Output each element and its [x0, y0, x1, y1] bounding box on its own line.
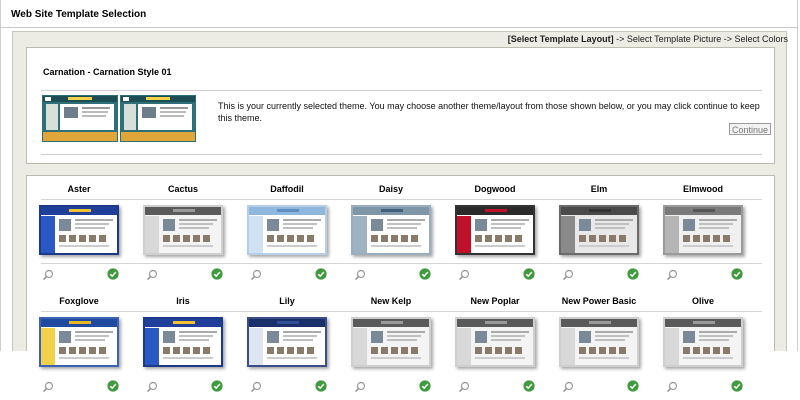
template-name: Foxglove [59, 296, 99, 306]
checkmark-icon[interactable] [107, 268, 119, 280]
template-name: New Kelp [370, 296, 412, 306]
template-card[interactable]: Cactus [131, 176, 235, 288]
divider [41, 311, 762, 312]
template-thumbnail[interactable] [39, 317, 119, 367]
remaining-steps-label: -> Select Template Picture -> Select Col… [613, 34, 788, 44]
divider [41, 90, 762, 91]
template-card[interactable]: Daffodil [235, 176, 339, 288]
template-name: Lily [279, 296, 295, 306]
magnifier-icon[interactable] [146, 269, 158, 281]
checkmark-icon[interactable] [627, 268, 639, 280]
magnifier-icon[interactable] [354, 381, 366, 393]
template-card[interactable]: New Kelp [339, 288, 443, 400]
template-row: Aster Cactus Daffodil Daisy Dogwood Elm Elmwoo… [27, 176, 774, 288]
template-thumbnail[interactable] [351, 317, 431, 367]
magnifier-icon[interactable] [250, 381, 262, 393]
template-thumbnail[interactable] [39, 205, 119, 255]
template-card[interactable]: Lily [235, 288, 339, 400]
template-gallery: Aster Cactus Daffodil Daisy Dogwood Elm Elmwoo… [26, 175, 775, 393]
magnifier-icon[interactable] [42, 381, 54, 393]
template-thumbnail[interactable] [559, 317, 639, 367]
template-card[interactable]: Iris [131, 288, 235, 400]
checkmark-icon[interactable] [523, 268, 535, 280]
template-card[interactable]: New Power Basic [547, 288, 651, 400]
checkmark-icon[interactable] [211, 380, 223, 392]
template-card[interactable]: Elmwood [651, 176, 755, 288]
template-card[interactable]: Foxglove [27, 288, 131, 400]
template-thumbnail[interactable] [663, 317, 743, 367]
selected-theme-thumbnail [42, 95, 196, 142]
magnifier-icon[interactable] [458, 381, 470, 393]
template-name: Cactus [167, 184, 198, 194]
template-name: New Poplar [470, 296, 520, 306]
checkmark-icon[interactable] [107, 380, 119, 392]
template-name: Elmwood [683, 184, 723, 194]
magnifier-icon[interactable] [458, 269, 470, 281]
template-name: Aster [67, 184, 91, 194]
template-card[interactable]: Olive [651, 288, 755, 400]
checkmark-icon[interactable] [523, 380, 535, 392]
template-thumbnail[interactable] [143, 317, 223, 367]
checkmark-icon[interactable] [211, 268, 223, 280]
checkmark-icon[interactable] [731, 268, 743, 280]
checkmark-icon[interactable] [731, 380, 743, 392]
selected-theme-name: Carnation - Carnation Style 01 [43, 67, 172, 77]
magnifier-icon[interactable] [666, 381, 678, 393]
checkmark-icon[interactable] [315, 380, 327, 392]
title-divider [0, 27, 798, 28]
checkmark-icon[interactable] [419, 268, 431, 280]
checkmark-icon[interactable] [627, 380, 639, 392]
template-name: Olive [691, 296, 714, 306]
template-thumbnail[interactable] [351, 205, 431, 255]
template-card[interactable]: Elm [547, 176, 651, 288]
current-step-label: [Select Template Layout] [507, 34, 614, 44]
template-name: New Power Basic [561, 296, 637, 306]
magnifier-icon[interactable] [42, 269, 54, 281]
template-name: Daffodil [270, 184, 304, 194]
checkmark-icon[interactable] [419, 380, 431, 392]
template-name: Daisy [378, 184, 404, 194]
template-thumbnail[interactable] [247, 205, 327, 255]
continue-button[interactable]: Continue [729, 123, 772, 135]
divider [41, 154, 762, 155]
template-thumbnail[interactable] [663, 205, 743, 255]
wizard-steps-breadcrumb: [Select Template Layout] -> Select Templ… [508, 34, 788, 44]
template-thumbnail[interactable] [247, 317, 327, 367]
magnifier-icon[interactable] [562, 269, 574, 281]
magnifier-icon[interactable] [146, 381, 158, 393]
checkmark-icon[interactable] [315, 268, 327, 280]
selected-theme-panel: Carnation - Carnation Style 01 This is y… [26, 47, 775, 164]
template-card[interactable]: Daisy [339, 176, 443, 288]
template-card[interactable]: Dogwood [443, 176, 547, 288]
template-name: Iris [176, 296, 190, 306]
divider [41, 263, 762, 264]
magnifier-icon[interactable] [666, 269, 678, 281]
magnifier-icon[interactable] [562, 381, 574, 393]
template-thumbnail[interactable] [455, 317, 535, 367]
divider [41, 199, 762, 200]
template-name: Dogwood [474, 184, 516, 194]
page-title: Web Site Template Selection [11, 9, 147, 20]
template-card[interactable]: New Poplar [443, 288, 547, 400]
template-thumbnail[interactable] [455, 205, 535, 255]
template-name: Elm [590, 184, 608, 194]
template-thumbnail[interactable] [143, 205, 223, 255]
template-card[interactable]: Aster [27, 176, 131, 288]
template-row: Foxglove Iris Lily New Kelp New Poplar New Po… [27, 288, 774, 400]
template-thumbnail[interactable] [559, 205, 639, 255]
selected-theme-description: This is your currently selected theme. Y… [218, 101, 760, 123]
magnifier-icon[interactable] [354, 269, 366, 281]
magnifier-icon[interactable] [250, 269, 262, 281]
